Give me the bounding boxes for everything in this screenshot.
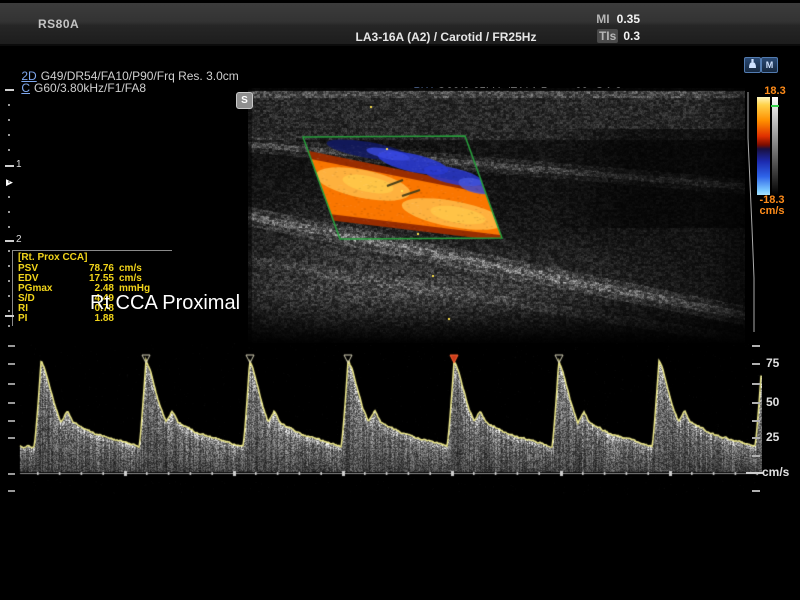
system-name: RS80A [38,17,79,31]
ruler-dot [8,250,10,252]
scale-tick [752,490,760,492]
velocity-scale-label: 75 [766,356,779,370]
ruler-dot [8,196,10,198]
colorbar-unit-label: cm/s [750,205,794,217]
tis-readout: TIs 0.3 [560,29,640,43]
probe-preset-label[interactable]: LA3-16A (A2) / Carotid / FR25Hz [286,30,606,44]
orientation-marker: S [236,92,253,109]
ruler-dot [8,211,10,213]
ruler-dot [8,265,10,267]
measurement-row: PI1.88 [18,314,168,324]
ruler-dot [8,134,10,136]
gain-marker [771,105,779,107]
ruler-dot [8,295,10,297]
color-params: C G60/3.80kHz/F1/FA8 [8,67,146,109]
tis-value: 0.3 [623,29,640,43]
ruler-dot [8,181,10,183]
mi-readout: MI 0.35 [560,12,640,26]
ruler-major-tick [5,89,14,91]
spectral-doppler-trace[interactable] [18,343,762,495]
scale-tick [752,455,760,457]
scale-tick [752,363,760,365]
scale-tick [752,383,760,385]
mi-label: MI [594,12,611,26]
m-mode-icon[interactable]: M [761,57,778,73]
m-icon-glyph: M [766,60,774,70]
title-bar: RS80A LA3-16A (A2) / Carotid / FR25Hz MI… [0,3,800,46]
grayscale-bar [772,97,778,195]
annotation-text[interactable]: Rt CCA Proximal [90,292,240,315]
scale-tick [752,345,760,347]
scale-tick-left [8,363,15,365]
ruler-major-tick [5,240,14,242]
ruler-dot [8,280,10,282]
scale-tick-left [8,437,15,439]
measurement-label: PI [18,314,68,324]
ruler-dot [8,310,10,312]
scale-tick [752,402,760,404]
ruler-dot [8,226,10,228]
scale-tick [752,437,760,439]
scale-tick-left [8,420,15,422]
colorbar-max-label: 18.3 [753,85,797,97]
scale-tick-left [8,402,15,404]
velocity-scale-label: 25 [766,430,779,444]
scale-tick [752,420,760,422]
scale-tick-left [8,473,15,475]
velocity-scale-label: 50 [766,395,779,409]
ruler-major-tick [5,165,14,167]
color-mode-tag[interactable]: C [21,81,30,95]
measurement-unit [114,314,168,324]
ruler-label: 1 [16,159,22,170]
ruler-dot [8,325,10,327]
ultrasound-screen: RS80A LA3-16A (A2) / Carotid / FR25Hz MI… [0,0,800,600]
ruler-major-tick [5,315,14,317]
bmode-image[interactable] [248,88,745,345]
measurement-value: 1.88 [68,314,114,324]
scale-tick-left [8,383,15,385]
probe-icon[interactable] [744,57,761,73]
ruler-dot [8,104,10,106]
color-doppler-colorbar [757,97,770,195]
mi-value: 0.35 [617,12,640,26]
color-values: G60/3.80kHz/F1/FA8 [34,81,146,95]
ruler-dot [8,119,10,121]
velocity-unit-label: cm/s [762,465,789,479]
scale-tick-left [8,345,15,347]
tis-label: TIs [597,29,618,43]
ruler-dot [8,149,10,151]
ruler-label: 2 [16,234,22,245]
scale-tick-left [8,490,15,492]
measurement-title: [Rt. Prox CCA] [18,253,168,263]
